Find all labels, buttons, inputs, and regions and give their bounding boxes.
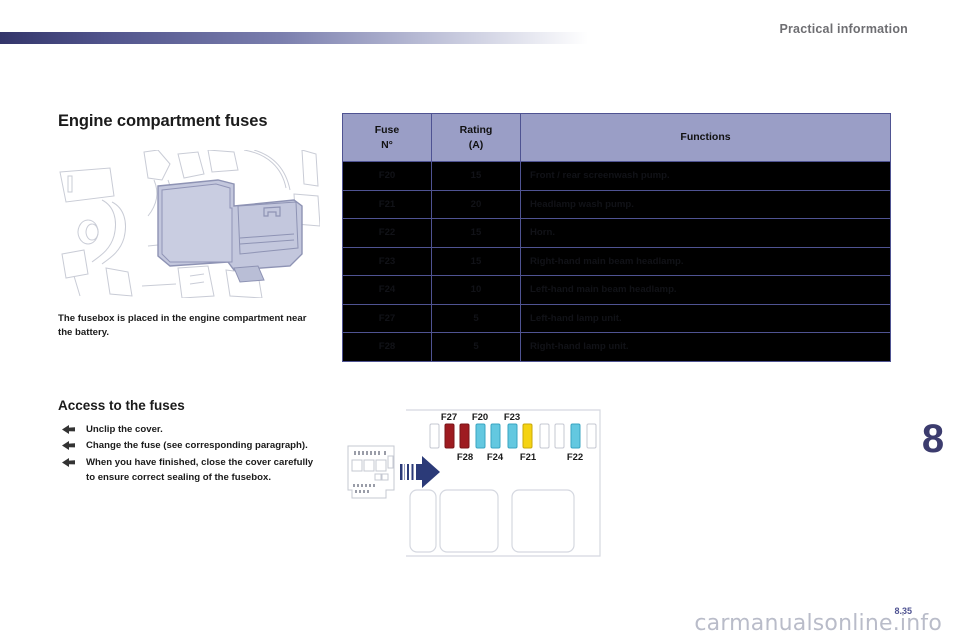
cell-rating: 20: [431, 189, 521, 219]
chapter-tab: 8: [906, 406, 960, 472]
pointing-hand-icon: [62, 457, 76, 468]
cell-function: Horn.: [520, 218, 891, 248]
cell-function: Right-hand main beam headlamp.: [520, 246, 891, 276]
list-item: Unclip the cover.: [58, 423, 320, 438]
cell-fuse-number: F23: [342, 246, 432, 276]
pointing-hand-icon: [62, 424, 76, 435]
diagram-label-f24: F24: [487, 452, 504, 463]
list-item-label: Change the fuse (see corresponding parag…: [86, 440, 308, 452]
diagram-label-f20: F20: [472, 412, 488, 423]
table-row: F23 15 Right-hand main beam headlamp.: [342, 246, 891, 276]
table-row: F27 5 Left-hand lamp unit.: [342, 303, 891, 333]
diagram-label-f22: F22: [567, 452, 583, 463]
cell-rating: 10: [431, 275, 521, 305]
cell-function: Front / rear screenwash pump.: [520, 161, 891, 191]
cell-rating: 15: [431, 246, 521, 276]
table-row: F22 15 Horn.: [342, 218, 891, 248]
engine-compartment-illustration: [58, 149, 320, 298]
cell-function: Left-hand lamp unit.: [520, 303, 891, 333]
cell-rating: 15: [431, 218, 521, 248]
table-row: F21 20 Headlamp wash pump.: [342, 189, 891, 219]
table-row: F28 5 Right-hand lamp unit.: [342, 332, 891, 362]
column-header-rating: Rating (A): [431, 113, 521, 162]
cell-function: Headlamp wash pump.: [520, 189, 891, 219]
table-row: F20 15 Front / rear screenwash pump.: [342, 161, 891, 191]
fuse-table-body: F20 15 Front / rear screenwash pump. F21…: [342, 161, 891, 362]
list-item: Change the fuse (see corresponding parag…: [58, 439, 320, 454]
cell-fuse-number: F20: [342, 161, 432, 191]
cell-rating: 5: [431, 332, 521, 362]
fusebox-layout-diagram: F27 F20 F23 F28 F24 F21 F22: [342, 398, 604, 568]
diagram-label-f27: F27: [441, 412, 457, 423]
header-gradient-bar: [0, 32, 588, 44]
chapter-number: 8: [921, 417, 945, 461]
page-header-title: Practical information: [779, 22, 908, 36]
pointing-hand-icon: [62, 440, 76, 451]
cell-fuse-number: F27: [342, 303, 432, 333]
column-header-functions: Functions: [520, 113, 891, 162]
cell-fuse-number: F21: [342, 189, 432, 219]
column-header-fuse-line2: N°: [381, 138, 393, 151]
column-header-fuse-number: Fuse N°: [342, 113, 432, 162]
list-item: When you have finished, close the cover …: [58, 456, 320, 486]
cell-function: Left-hand main beam headlamp.: [520, 275, 891, 305]
list-item-label: When you have finished, close the cover …: [86, 457, 314, 484]
fuse-table: Fuse N° Rating (A) Functions F20 15 Fron…: [342, 113, 891, 362]
cell-function: Right-hand lamp unit.: [520, 332, 891, 362]
cell-fuse-number: F28: [342, 332, 432, 362]
table-header-row: Fuse N° Rating (A) Functions: [342, 113, 891, 162]
left-content-column: Engine compartment fuses The fusebox is …: [58, 112, 320, 488]
diagram-label-f21: F21: [520, 452, 537, 463]
diagram-label-f23: F23: [504, 412, 520, 423]
site-watermark: carmanualsonline.info: [694, 611, 942, 636]
access-steps-list: Unclip the cover. Change the fuse (see c…: [58, 423, 320, 486]
access-section-title: Access to the fuses: [58, 397, 185, 413]
table-row: F24 10 Left-hand main beam headlamp.: [342, 275, 891, 305]
cell-fuse-number: F22: [342, 218, 432, 248]
cell-rating: 15: [431, 161, 521, 191]
figure-caption: The fusebox is placed in the engine comp…: [58, 312, 307, 338]
list-item-label: Unclip the cover.: [86, 423, 163, 435]
column-header-fuse-line1: Fuse: [374, 124, 400, 137]
cell-rating: 5: [431, 303, 521, 333]
diagram-label-f28: F28: [457, 452, 473, 463]
page-title: Engine compartment fuses: [58, 112, 268, 130]
column-header-rating-line2: (A): [468, 138, 484, 151]
cell-fuse-number: F24: [342, 275, 432, 305]
column-header-rating-line1: Rating: [459, 124, 493, 137]
